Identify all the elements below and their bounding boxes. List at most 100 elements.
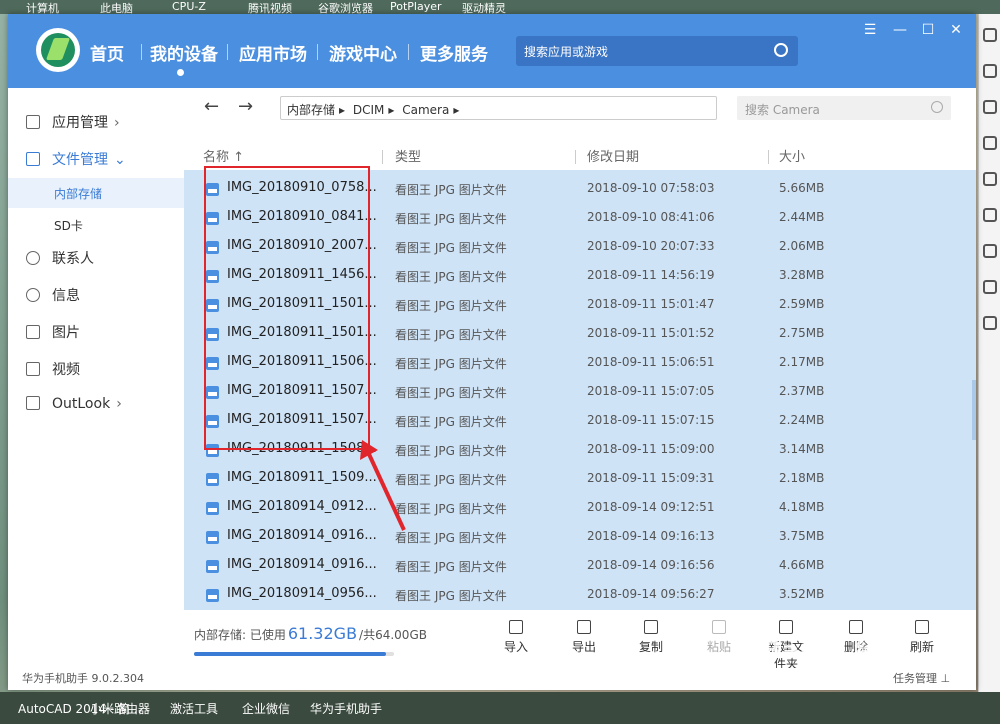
minimize-icon[interactable]: — — [892, 22, 908, 38]
side-icon[interactable] — [982, 100, 997, 114]
file-size: 3.75MB — [779, 529, 825, 543]
table-row[interactable]: IMG_20180914_0916... 看图王 JPG 图片文件 2018-09-… — [184, 551, 976, 580]
search-icon[interactable] — [931, 101, 943, 113]
desktop-top-strip: 计算机 此电脑 CPU-Z 腾讯视频 谷歌浏览器 PotPlayer 驱动精灵 — [0, 0, 1000, 15]
table-row[interactable]: IMG_20180914_0912... 看图王 JPG 图片文件 2018-09-… — [184, 493, 976, 522]
nav-game-center[interactable]: 游戏中心 — [329, 40, 397, 65]
column-name[interactable]: 名称 ↑ — [203, 146, 244, 165]
maximize-icon[interactable]: ☐ — [920, 22, 936, 38]
side-icon[interactable] — [982, 316, 997, 330]
file-type: 看图王 JPG 图片文件 — [395, 415, 507, 429]
back-arrow-icon[interactable]: ← — [204, 96, 219, 117]
menu-icon[interactable]: ☰ — [862, 22, 878, 38]
copy-button[interactable]: 复制 — [631, 620, 671, 655]
taskbar: AutoCAD 2014 - 简... 小米路由器 激活工具 企业微信 华为手机… — [0, 692, 1000, 724]
file-size: 2.75MB — [779, 326, 825, 340]
breadcrumb-item[interactable]: 内部存储 — [287, 103, 335, 117]
taskbar-item[interactable]: 企业微信 — [242, 700, 290, 717]
sidebar-item-internal-storage[interactable]: 内部存储 — [8, 178, 184, 208]
app-version: 华为手机助手 9.0.2.304 — [22, 672, 144, 685]
folder-search-input[interactable]: 搜索 Camera — [737, 96, 951, 120]
close-icon[interactable]: ✕ — [948, 22, 964, 38]
sidebar-item-label: 应用管理 — [52, 115, 108, 131]
sidebar-item-file-management[interactable]: 文件管理 ⌄ — [26, 149, 126, 171]
column-type[interactable]: 类型 — [395, 146, 421, 165]
file-type: 看图王 JPG 图片文件 — [395, 241, 507, 255]
desktop-shortcut[interactable]: PotPlayer — [390, 0, 442, 13]
file-date: 2018-09-11 15:07:05 — [587, 384, 715, 398]
app-logo-icon[interactable] — [36, 28, 80, 72]
sidebar-item-label: 图片 — [52, 325, 80, 341]
side-icon[interactable] — [982, 280, 997, 294]
side-icon[interactable] — [982, 28, 997, 42]
nav-my-device[interactable]: 我的设备 — [150, 40, 218, 65]
table-row[interactable]: IMG_20180914_0956... 看图王 JPG 图片文件 2018-09-… — [184, 580, 976, 609]
nav-divider — [408, 44, 409, 60]
file-size: 5.66MB — [779, 181, 825, 195]
file-size: 2.06MB — [779, 239, 825, 253]
storage-progress-bar — [194, 652, 394, 656]
file-date: 2018-09-14 09:12:51 — [587, 500, 715, 514]
side-icon[interactable] — [982, 208, 997, 222]
taskbar-item[interactable]: 华为手机助手 — [310, 700, 382, 717]
file-size: 2.59MB — [779, 297, 825, 311]
nav-app-market[interactable]: 应用市场 — [239, 40, 307, 65]
file-type: 看图王 JPG 图片文件 — [395, 560, 507, 574]
forward-arrow-icon[interactable]: → — [238, 96, 253, 117]
jpg-file-icon — [206, 531, 219, 544]
chevron-right-icon: › — [116, 396, 122, 412]
sidebar-item-videos[interactable]: 视频 — [26, 359, 80, 381]
sidebar-item-outlook[interactable]: OutLook › — [26, 396, 122, 418]
file-browser: ← → 内部存储 ▸ DCIM ▸ Camera ▸ 搜索 Camera 名称 ↑ 类… — [184, 88, 976, 671]
column-divider[interactable] — [768, 150, 769, 164]
file-date: 2018-09-11 15:09:00 — [587, 442, 715, 456]
breadcrumb-item[interactable]: DCIM — [353, 103, 385, 117]
search-icon[interactable] — [774, 43, 788, 57]
taskbar-item[interactable]: 小米路由器 — [90, 700, 150, 717]
breadcrumb[interactable]: 内部存储 ▸ DCIM ▸ Camera ▸ — [280, 96, 717, 120]
sidebar-item-app-management[interactable]: 应用管理 › — [26, 112, 120, 134]
file-type: 看图王 JPG 图片文件 — [395, 299, 507, 313]
column-divider[interactable] — [575, 150, 576, 164]
sidebar-item-pictures[interactable]: 图片 — [26, 322, 80, 344]
toolbar-label: 导出 — [571, 640, 596, 654]
side-icon[interactable] — [982, 136, 997, 150]
side-icon[interactable] — [982, 64, 997, 78]
nav-home[interactable]: 首页 — [90, 40, 124, 65]
file-size: 4.18MB — [779, 500, 825, 514]
side-icon[interactable] — [982, 172, 997, 186]
import-icon — [509, 620, 523, 634]
nav-more-services[interactable]: 更多服务 — [420, 40, 488, 65]
jpg-file-icon — [206, 560, 219, 573]
grid-icon — [26, 115, 40, 129]
column-date[interactable]: 修改日期 — [587, 146, 639, 165]
toolbar-label: 粘贴 — [706, 640, 731, 654]
file-type: 看图王 JPG 图片文件 — [395, 357, 507, 371]
sidebar-item-sd-card[interactable]: SD卡 — [8, 210, 184, 240]
taskbar-item[interactable]: 激活工具 — [170, 700, 218, 717]
table-row[interactable]: IMG_20180911_1509... 看图王 JPG 图片文件 2018-09-… — [184, 464, 976, 493]
import-button[interactable]: 导入 — [496, 620, 536, 655]
nav-divider — [317, 44, 318, 60]
breadcrumb-item[interactable]: Camera — [402, 103, 449, 117]
file-name: IMG_20180914_0956... — [227, 586, 377, 601]
sidebar-item-messages[interactable]: 信息 — [26, 285, 80, 307]
app-search-input[interactable]: 搜索应用或游戏 — [516, 36, 798, 66]
desktop-shortcut[interactable]: CPU-Z — [172, 0, 206, 13]
baidu-watermark: Baidu 经验 jingyan.baidu.com — [762, 630, 962, 690]
file-date: 2018-09-11 14:56:19 — [587, 268, 715, 282]
column-divider[interactable] — [382, 150, 383, 164]
side-icon[interactable] — [982, 244, 997, 258]
jpg-file-icon — [206, 589, 219, 602]
table-row[interactable]: IMG_20180914_0916... 看图王 JPG 图片文件 2018-09-… — [184, 522, 976, 551]
file-date: 2018-09-11 15:01:47 — [587, 297, 715, 311]
export-button[interactable]: 导出 — [564, 620, 604, 655]
watermark-logo: Baidu 经验 — [762, 636, 907, 666]
scrollbar[interactable] — [972, 380, 976, 440]
message-icon — [26, 288, 40, 302]
right-side-panel — [978, 14, 1000, 704]
file-type: 看图王 JPG 图片文件 — [395, 589, 507, 603]
sidebar-item-contacts[interactable]: 联系人 — [26, 248, 94, 270]
file-date: 2018-09-11 15:09:31 — [587, 471, 715, 485]
column-size[interactable]: 大小 — [779, 146, 805, 165]
